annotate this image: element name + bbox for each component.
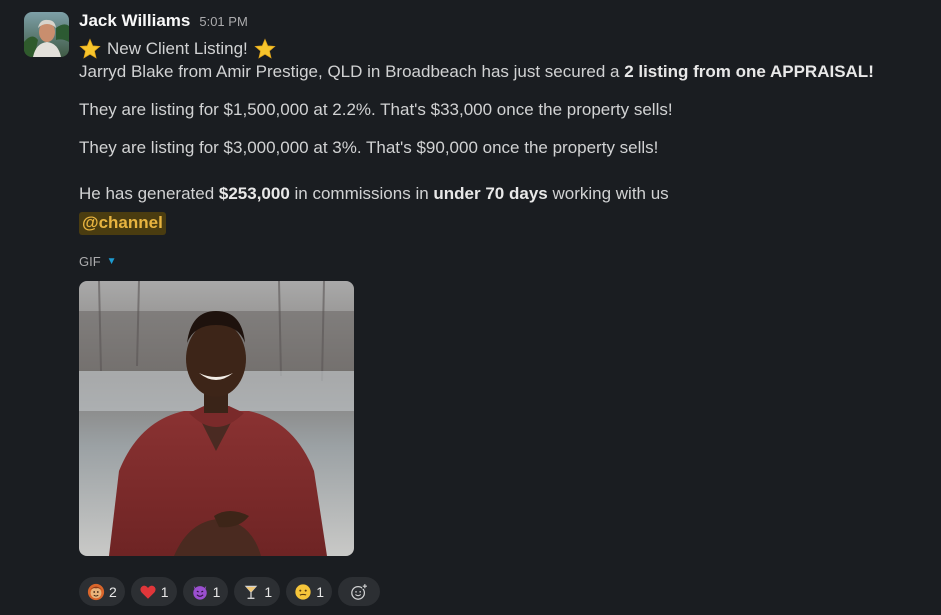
avatar[interactable] bbox=[24, 12, 69, 57]
star-icon bbox=[254, 38, 276, 59]
text-span: working with us bbox=[547, 184, 669, 203]
text-line-1: Jarryd Blake from Amir Prestige, QLD in … bbox=[79, 62, 934, 84]
author-name[interactable]: Jack Williams bbox=[79, 11, 190, 31]
gif-picture bbox=[79, 281, 354, 556]
caret-down-icon: ▼ bbox=[106, 255, 117, 267]
message: Jack Williams 5:01 PM New Client Listing… bbox=[0, 0, 941, 615]
timestamp[interactable]: 5:01 PM bbox=[199, 14, 247, 29]
reaction-count: 1 bbox=[160, 583, 169, 600]
headline-text: New Client Listing! bbox=[107, 39, 248, 58]
headline: New Client Listing! bbox=[79, 36, 934, 62]
reaction-confused[interactable]: 1 bbox=[286, 577, 332, 606]
text-line-2: They are listing for $1,500,000 at 2.2%.… bbox=[79, 100, 673, 119]
text-span: in commissions in bbox=[289, 184, 434, 203]
text-span: Jarryd Blake from Amir Prestige, QLD in … bbox=[79, 62, 625, 81]
custom-face-icon bbox=[87, 583, 105, 600]
reactions-bar: 2 1 1 1 1 bbox=[79, 577, 934, 606]
add-emoji-icon bbox=[351, 582, 368, 600]
bold-text: 2 listing from one APPRAISAL! bbox=[624, 62, 874, 81]
reaction-count: 1 bbox=[264, 583, 273, 600]
confused-face-icon bbox=[295, 583, 311, 600]
smiling-devil-icon bbox=[192, 585, 207, 600]
add-reaction-button[interactable] bbox=[337, 577, 380, 606]
reaction-count: 2 bbox=[109, 583, 117, 600]
star-icon bbox=[79, 38, 101, 59]
reaction-cocktail[interactable]: 1 bbox=[234, 577, 281, 606]
bold-days: under 70 days bbox=[433, 184, 548, 203]
gif-label: GIF bbox=[79, 253, 101, 269]
text-line-4: He has generated $253,000 in commissions… bbox=[79, 184, 934, 206]
message-header: Jack Williams 5:01 PM bbox=[79, 11, 934, 33]
reaction-devil[interactable]: 1 bbox=[182, 577, 229, 606]
gif-toggle[interactable]: GIF ▼ bbox=[79, 253, 934, 269]
reaction-count: 1 bbox=[316, 583, 324, 600]
gif-image[interactable] bbox=[79, 281, 354, 556]
avatar-image bbox=[24, 12, 69, 57]
reaction-heart[interactable]: 1 bbox=[130, 577, 177, 606]
cocktail-glass-icon bbox=[245, 585, 258, 599]
reaction-custom[interactable]: 2 bbox=[79, 577, 125, 606]
text-span: He has generated bbox=[79, 184, 219, 203]
text-line-3: They are listing for $3,000,000 at 3%. T… bbox=[79, 138, 659, 157]
red-heart-icon bbox=[140, 585, 156, 599]
bold-amount: $253,000 bbox=[218, 184, 290, 203]
message-body: Jack Williams 5:01 PM New Client Listing… bbox=[79, 11, 934, 606]
channel-mention[interactable]: @channel bbox=[79, 212, 166, 235]
reaction-count: 1 bbox=[212, 583, 221, 600]
